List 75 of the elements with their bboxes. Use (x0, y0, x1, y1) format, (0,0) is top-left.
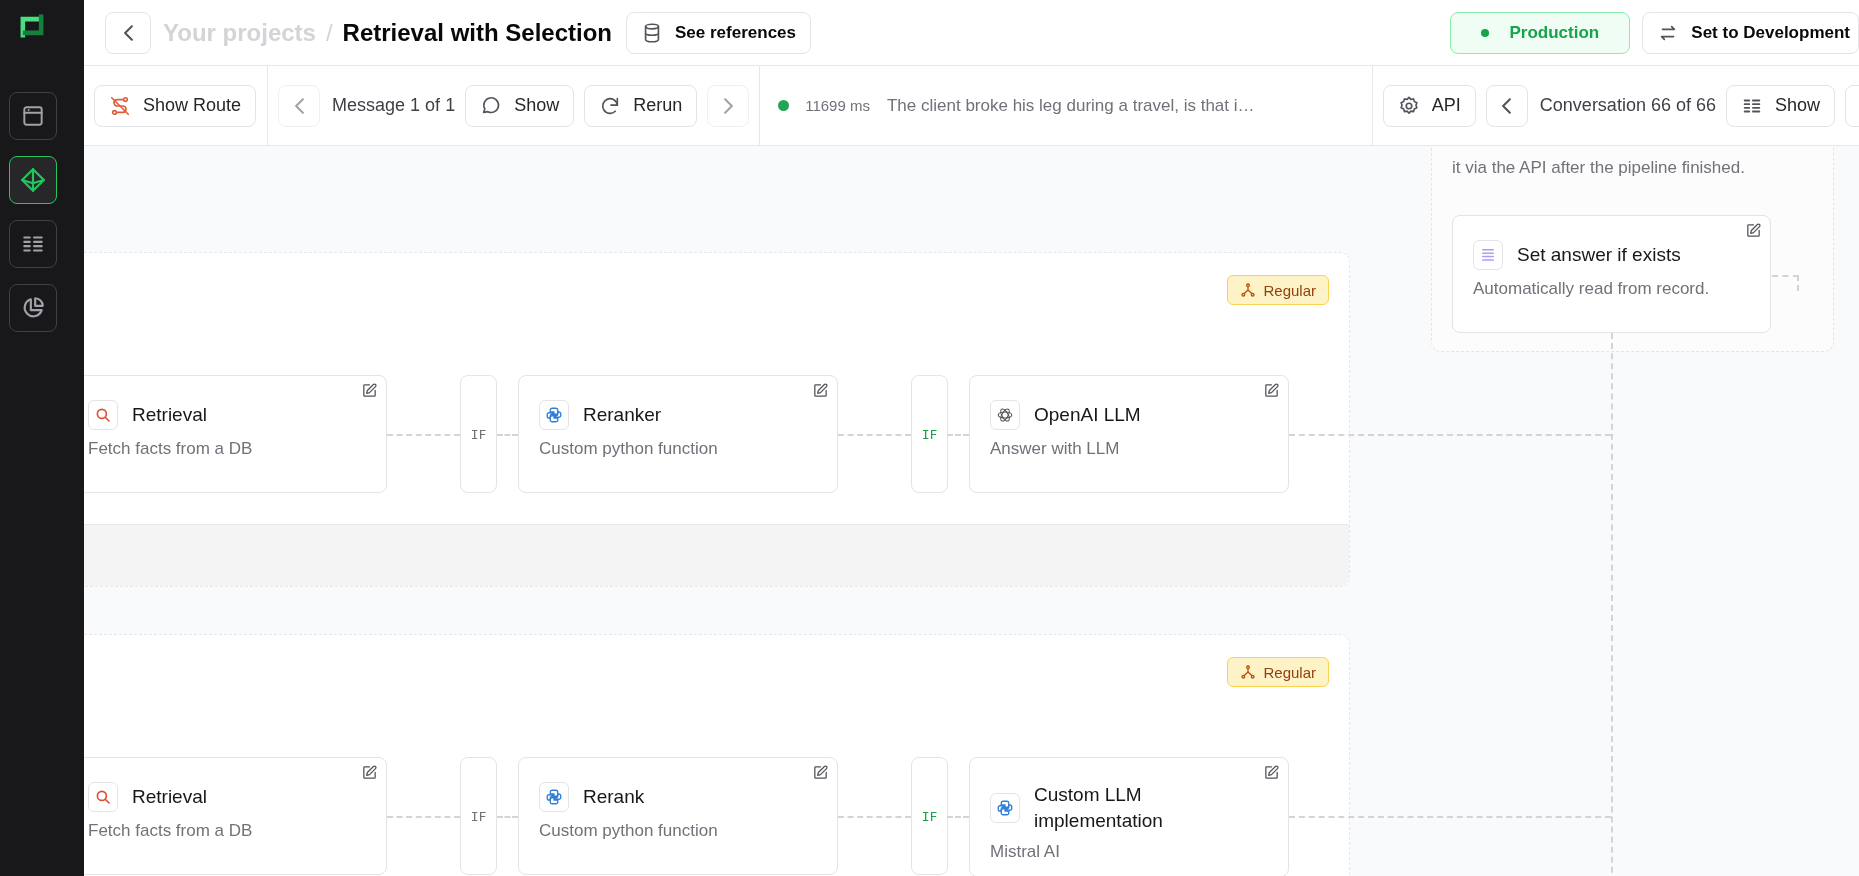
edit-icon (1263, 382, 1280, 399)
pipeline-node[interactable]: Reranker Custom python function (518, 375, 838, 493)
regular-badge: Regular (1227, 657, 1329, 687)
diamond-icon (20, 167, 46, 193)
node-title: OpenAI LLM (1034, 403, 1141, 428)
page-title: Retrieval with Selection (342, 18, 612, 47)
sidebar-nav-button[interactable] (9, 220, 57, 268)
edit-icon (1745, 222, 1762, 239)
knot-logo-icon (990, 400, 1020, 430)
python-logo-icon (539, 782, 569, 812)
node-description: Fetch facts from a DB (88, 439, 254, 459)
chevron-left-icon (123, 24, 133, 41)
lines-icon (1473, 240, 1503, 270)
pipeline-node[interactable]: Retrieval Fetch facts from a DB (84, 757, 387, 875)
show-message-button[interactable]: Show (465, 84, 575, 127)
node-title: Custom LLM implementation (1034, 783, 1164, 833)
chevron-left-icon (1502, 97, 1512, 114)
chevron-right-icon (723, 97, 733, 114)
node-title: Rerank (583, 785, 645, 810)
api-button[interactable]: API (1382, 84, 1476, 127)
pipeline-node[interactable]: Custom LLM implementation Mistral AI (969, 757, 1289, 876)
regular-badge: Regular (1227, 275, 1329, 305)
pipeline-node[interactable]: Set answer if exists Automatically read from record. (1452, 215, 1771, 333)
search-icon (88, 400, 118, 430)
fork-icon (1240, 664, 1257, 680)
node-description: Mistral AI (990, 842, 1061, 863)
show-route-button[interactable]: Show Route (94, 84, 257, 127)
previous-conversation-button[interactable] (1485, 84, 1528, 127)
pipeline-node[interactable]: Rerank Custom python function (518, 757, 838, 875)
node-description: Custom python function (539, 439, 719, 459)
python-logo-icon (990, 792, 1020, 823)
gear-icon (1397, 94, 1420, 117)
connector-line (497, 434, 518, 436)
edit-icon (361, 764, 378, 781)
chevron-left-icon (294, 97, 304, 114)
pipeline-node[interactable]: OpenAI LLM Answer with LLM (969, 375, 1289, 493)
sidebar-nav-button[interactable] (9, 156, 57, 204)
node-title: Retrieval (132, 403, 207, 428)
route-icon (109, 94, 131, 117)
edit-icon (361, 382, 378, 399)
node-description: Automatically read from record. (1473, 279, 1711, 299)
back-button[interactable] (105, 11, 151, 54)
connector-line (947, 816, 969, 818)
node-description: Fetch facts from a DB (88, 821, 254, 841)
node-title: Set answer if exists (1517, 243, 1681, 268)
window-icon (20, 103, 46, 129)
sidebar-nav-button[interactable] (9, 92, 57, 140)
show-conversation-button[interactable]: Show (1725, 84, 1835, 127)
fork-icon (1240, 282, 1257, 298)
edit-icon (812, 382, 829, 399)
status-dot (1481, 28, 1490, 37)
node-description: Custom python function (539, 821, 719, 841)
rerun-button[interactable]: Rerun (584, 84, 698, 127)
see-references-button[interactable]: See references (626, 11, 811, 54)
condition-box[interactable]: IF (460, 757, 497, 875)
set-to-development-button[interactable]: Set to Development (1642, 11, 1859, 54)
node-title: Retrieval (132, 785, 207, 810)
search-icon (88, 782, 118, 812)
message-counter: Message 1 of 1 (331, 95, 456, 116)
condition-box[interactable]: IF (460, 375, 497, 493)
connector-line (497, 816, 518, 818)
duration-label: 11699 ms (805, 97, 870, 114)
edit-icon (1263, 764, 1280, 781)
node-title: Reranker (583, 403, 662, 428)
conversation-counter: Conversation 66 of 66 (1538, 95, 1716, 116)
pipeline-node[interactable]: Retrieval Fetch facts from a DB (84, 375, 387, 493)
breadcrumb-separator: / (325, 18, 333, 47)
node-description: Answer with LLM (990, 439, 1121, 459)
python-logo-icon (539, 400, 569, 430)
edit-icon (812, 764, 829, 781)
connector-line (947, 434, 969, 436)
sidebar-nav-button[interactable] (9, 284, 57, 332)
panel-description: it via the API after the pipeline finished. (1452, 157, 1746, 179)
connector-line (1772, 275, 1799, 291)
message-preview: The client broke his leg during a travel, is that i… (886, 95, 1255, 116)
